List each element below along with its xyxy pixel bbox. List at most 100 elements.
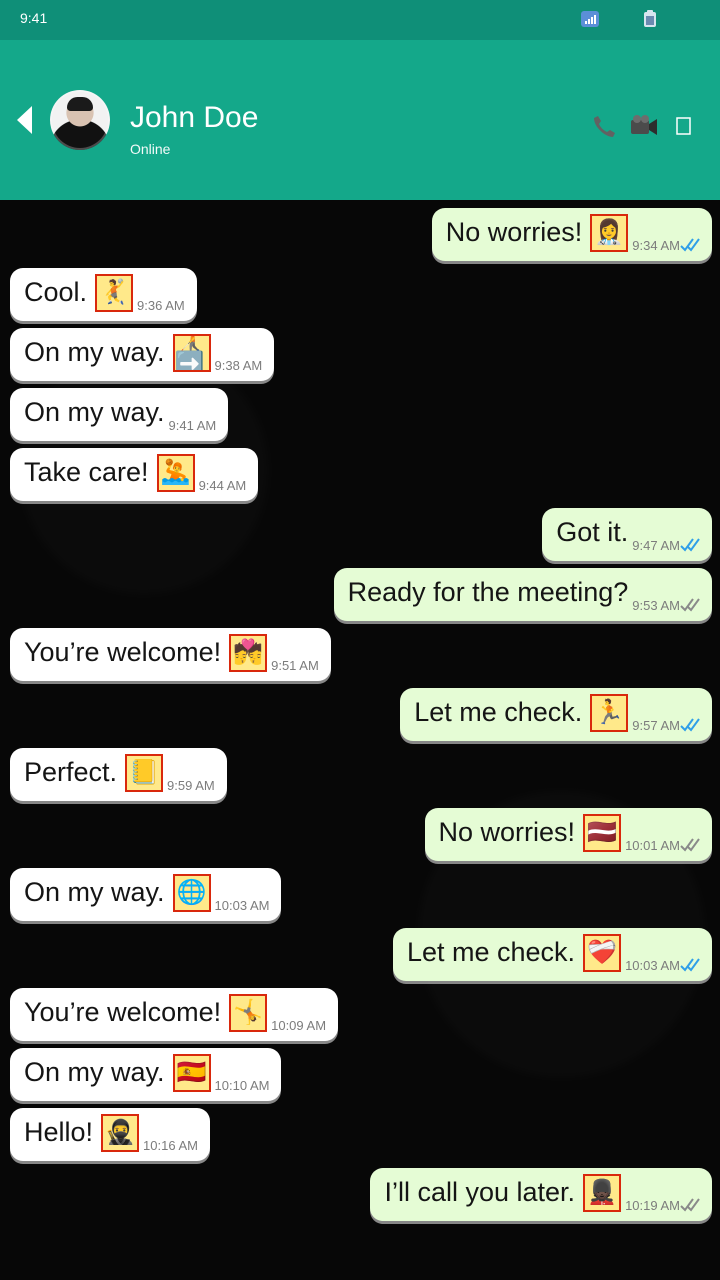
message-text: On my way.	[24, 1057, 165, 1087]
sent-message-bubble[interactable]: Let me check. ❤️‍🩹 10:03 AM	[392, 928, 712, 981]
video-camera-icon[interactable]	[630, 112, 658, 140]
message-row: Cool. 🤾 9:36 AM	[0, 260, 720, 321]
emoji-sticker-icon: 🧑‍🦯➡️	[172, 333, 211, 372]
message-time: 10:10 AM	[214, 1078, 270, 1093]
message-row: Let me check. ❤️‍🩹 10:03 AM	[0, 920, 720, 981]
delivered-receipt-icon	[680, 598, 700, 612]
read-receipt-icon	[680, 958, 700, 972]
emoji-sticker-icon: 🤽	[156, 453, 195, 492]
phone-icon[interactable]	[590, 112, 618, 140]
message-row: On my way. 9:41 AM	[0, 380, 720, 441]
emoji-sticker-icon: 💂🏿	[583, 1173, 622, 1212]
received-message-bubble[interactable]: On my way. 9:41 AM	[10, 388, 229, 441]
read-receipt-icon	[680, 718, 700, 732]
message-row: No worries! 👩‍⚕️ 9:34 AM	[0, 200, 720, 261]
received-message-bubble[interactable]: On my way. 🌐 10:03 AM	[10, 868, 282, 921]
received-message-bubble[interactable]: Take care! 🤽 9:44 AM	[10, 448, 259, 501]
message-text: Got it.	[556, 517, 629, 547]
avatar[interactable]	[50, 90, 110, 150]
message-text: No worries!	[438, 817, 576, 847]
message-meta: 10:01 AM	[625, 837, 700, 853]
received-message-bubble[interactable]: Perfect. 📒 9:59 AM	[10, 748, 227, 801]
status-bar: 9:41	[0, 0, 720, 40]
signal-icon	[580, 9, 600, 29]
message-row: I’ll call you later. 💂🏿 10:19 AM	[0, 1160, 720, 1221]
message-row: No worries! 🇱🇻 10:01 AM	[0, 800, 720, 861]
message-text: Perfect.	[24, 757, 118, 787]
menu-icon[interactable]	[670, 112, 698, 140]
sent-message-bubble[interactable]: I’ll call you later. 💂🏿 10:19 AM	[370, 1168, 712, 1221]
message-time: 9:57 AM	[632, 718, 680, 733]
message-time: 9:51 AM	[271, 658, 319, 673]
message-time: 9:53 AM	[632, 598, 680, 613]
received-message-bubble[interactable]: On my way. 🇪🇸 10:10 AM	[10, 1048, 282, 1101]
emoji-sticker-icon: 🤾	[95, 273, 134, 312]
message-meta: 9:36 AM	[137, 298, 185, 313]
message-text: You’re welcome!	[24, 997, 222, 1027]
delivered-receipt-icon	[680, 838, 700, 852]
message-time: 10:03 AM	[625, 958, 680, 973]
message-row: On my way. 🇪🇸 10:10 AM	[0, 1040, 720, 1101]
message-row: Perfect. 📒 9:59 AM	[0, 740, 720, 801]
sent-message-bubble[interactable]: Ready for the meeting? 9:53 AM	[333, 568, 712, 621]
message-time: 10:01 AM	[625, 838, 680, 853]
received-message-bubble[interactable]: You’re welcome! 🤸 10:09 AM	[10, 988, 339, 1041]
emoji-sticker-icon: 🌐	[172, 873, 211, 912]
emoji-sticker-icon: 🇪🇸	[172, 1053, 211, 1092]
sent-message-bubble[interactable]: Let me check. 🏃 9:57 AM	[400, 688, 712, 741]
message-text: No worries!	[445, 217, 583, 247]
sent-message-bubble[interactable]: Got it. 9:47 AM	[542, 508, 712, 561]
emoji-sticker-icon: 📒	[125, 753, 164, 792]
delivered-receipt-icon	[680, 1198, 700, 1212]
back-arrow-icon[interactable]	[12, 102, 36, 138]
message-row: You’re welcome! 🤸 10:09 AM	[0, 980, 720, 1041]
message-time: 9:44 AM	[198, 478, 247, 493]
message-meta: 9:53 AM	[632, 597, 700, 613]
received-message-bubble[interactable]: Cool. 🤾 9:36 AM	[10, 268, 197, 321]
contact-status: Online	[130, 141, 171, 157]
sent-message-bubble[interactable]: No worries! 👩‍⚕️ 9:34 AM	[431, 208, 712, 261]
emoji-sticker-icon: 💏	[229, 633, 268, 672]
sent-message-bubble[interactable]: No worries! 🇱🇻 10:01 AM	[424, 808, 712, 861]
battery-icon	[640, 9, 660, 29]
status-time: 9:41	[20, 10, 48, 26]
message-meta: 10:03 AM	[625, 957, 700, 973]
chat-header: John Doe Online	[0, 40, 720, 200]
message-time: 9:41 AM	[168, 418, 217, 433]
message-text: Hello!	[24, 1117, 94, 1147]
read-receipt-icon	[680, 238, 700, 252]
emoji-sticker-icon: 🏃	[590, 693, 629, 732]
message-meta: 9:51 AM	[271, 658, 319, 673]
message-text: Take care!	[24, 457, 149, 487]
message-row: On my way. 🌐 10:03 AM	[0, 860, 720, 921]
contact-name[interactable]: John Doe	[130, 100, 258, 136]
message-row: You’re welcome! 💏 9:51 AM	[0, 620, 720, 681]
message-time: 9:36 AM	[137, 298, 185, 313]
message-row: Hello! 🥷 10:16 AM	[0, 1100, 720, 1161]
message-time: 9:59 AM	[167, 778, 215, 793]
message-meta: 10:10 AM	[215, 1078, 270, 1093]
message-time: 9:34 AM	[632, 238, 680, 253]
chat-area[interactable]: No worries! 👩‍⚕️ 9:34 AM Cool. 🤾 9:36 AM On my…	[0, 200, 720, 1280]
emoji-sticker-icon: 🤸	[229, 993, 268, 1032]
emoji-sticker-icon: 🥷	[101, 1113, 140, 1152]
read-receipt-icon	[680, 538, 700, 552]
message-text: I’ll call you later.	[384, 1177, 576, 1207]
received-message-bubble[interactable]: Hello! 🥷 10:16 AM	[10, 1108, 210, 1161]
received-message-bubble[interactable]: On my way. 🧑‍🦯➡️ 9:38 AM	[10, 328, 275, 381]
message-text: Cool.	[24, 277, 88, 307]
message-row: Ready for the meeting? 9:53 AM	[0, 560, 720, 621]
message-time: 10:03 AM	[214, 898, 270, 913]
emoji-sticker-icon: 🇱🇻	[583, 813, 622, 852]
message-meta: 10:19 AM	[625, 1197, 700, 1213]
message-text: On my way.	[24, 337, 165, 367]
message-row: Let me check. 🏃 9:57 AM	[0, 680, 720, 741]
message-meta: 10:03 AM	[215, 898, 270, 913]
message-meta: 9:38 AM	[215, 358, 263, 373]
message-text: On my way.	[24, 877, 165, 907]
message-meta: 9:34 AM	[632, 237, 700, 253]
message-time: 10:19 AM	[625, 1198, 680, 1213]
emoji-sticker-icon: ❤️‍🩹	[583, 933, 622, 972]
received-message-bubble[interactable]: You’re welcome! 💏 9:51 AM	[10, 628, 331, 681]
message-meta: 9:41 AM	[169, 418, 217, 433]
